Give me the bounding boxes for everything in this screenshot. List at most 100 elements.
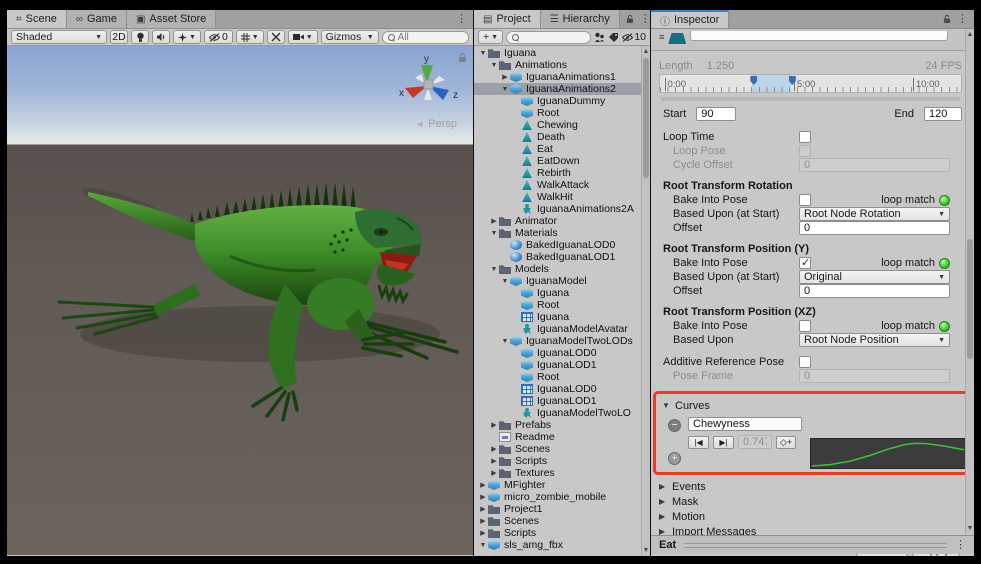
create-asset-button[interactable]: + ▼ [478, 30, 503, 44]
clip-name-field[interactable] [690, 31, 948, 41]
foldout-arrow-icon[interactable]: ▶ [489, 457, 499, 465]
tree-row[interactable]: ▼ Iguana [474, 47, 650, 59]
tree-row[interactable]: ▶ IguanaAnimations1 [474, 71, 650, 83]
end-frame-field[interactable] [924, 107, 962, 121]
tab-asset-store[interactable]: ▣ Asset Store [127, 10, 216, 28]
tree-row[interactable]: ▶ Prefabs [474, 419, 650, 431]
curve-name-field[interactable] [688, 417, 802, 431]
gizmos-dropdown[interactable]: Gizmos ▼ [321, 30, 379, 44]
foldout-arrow-icon[interactable]: ▶ [478, 529, 488, 537]
curve-preview[interactable] [810, 438, 967, 469]
scrollbar-handle[interactable] [643, 58, 649, 178]
loop-time-checkbox[interactable] [799, 131, 811, 143]
2d-toggle-button[interactable]: 2D [110, 30, 128, 44]
tree-row[interactable]: EatDown [474, 155, 650, 167]
start-frame-field[interactable] [696, 107, 736, 121]
lock-icon[interactable] [943, 14, 951, 24]
inspector-menu-icon[interactable]: ⋮ [957, 14, 968, 25]
tree-row[interactable]: ▶ Project1 [474, 503, 650, 515]
tab-inspector[interactable]: ⓘ Inspector [651, 10, 729, 28]
add-curve-button[interactable]: + [668, 452, 681, 465]
scene-menu-icon[interactable]: ⋮ [456, 14, 467, 25]
based-upon-dropdown[interactable]: Root Node Position▼ [799, 333, 950, 347]
tree-row[interactable]: Root [474, 371, 650, 383]
tree-row[interactable]: ▶ Scripts [474, 527, 650, 539]
scroll-up-icon[interactable]: ▲ [642, 48, 650, 55]
tree-row[interactable]: IguanaLOD1 [474, 359, 650, 371]
preview-menu-icon[interactable]: ⋮ [955, 540, 966, 551]
scene-search-input[interactable]: All [382, 31, 469, 44]
foldout-arrow-icon[interactable]: ▼ [500, 86, 510, 93]
orientation-gizmo[interactable]: y x z [397, 52, 461, 116]
collab-package-icon[interactable] [594, 32, 605, 43]
inspector-foldout[interactable]: ▶ Motion [659, 509, 962, 524]
tree-row[interactable]: IguanaAnimations2A [474, 203, 650, 215]
project-search-input[interactable] [506, 31, 591, 44]
foldout-arrow-icon[interactable]: ▼ [489, 230, 499, 237]
tree-row[interactable]: IguanaDummy [474, 95, 650, 107]
tree-row[interactable]: BakedIguanaLOD1 [474, 251, 650, 263]
tree-row[interactable]: ▼ IguanaModelTwoLODs [474, 335, 650, 347]
project-visibility-button[interactable]: 10 [622, 31, 646, 43]
shading-mode-dropdown[interactable]: Shaded ▼ [11, 30, 107, 44]
grid-visibility-dropdown[interactable]: ▼ [236, 30, 264, 44]
tree-row[interactable]: Chewing [474, 119, 650, 131]
prev-key-button[interactable]: |◀ [688, 436, 709, 449]
additive-reference-pose-checkbox[interactable] [799, 356, 811, 368]
label-tag-icon[interactable] [608, 32, 619, 42]
bake-into-pose-checkbox[interactable] [799, 194, 811, 206]
preview-header-bar[interactable]: Eat ⋮ [651, 535, 974, 554]
inspector-foldout[interactable]: ▶ Mask [659, 494, 962, 509]
foldout-arrow-icon[interactable]: ▼ [500, 338, 510, 345]
tree-row[interactable]: Root [474, 299, 650, 311]
tree-row[interactable]: ▼ Animations [474, 59, 650, 71]
scrollbar-handle[interactable] [967, 239, 973, 359]
tool-settings-button[interactable] [267, 30, 285, 44]
foldout-arrow-icon[interactable]: ▶ [478, 481, 488, 489]
tree-row[interactable]: IguanaModelAvatar [474, 323, 650, 335]
scene-visibility-button[interactable]: 0 [204, 30, 233, 44]
scroll-up-icon[interactable]: ▲ [966, 31, 974, 38]
scroll-down-icon[interactable]: ▼ [966, 525, 974, 532]
tree-row[interactable]: IguanaLOD1 [474, 395, 650, 407]
camera-dropdown[interactable]: ▼ [288, 30, 318, 44]
foldout-arrow-icon[interactable]: ▶ [489, 469, 499, 477]
tree-row[interactable]: ▼ IguanaModel [474, 275, 650, 287]
tree-row[interactable]: ▼ IguanaAnimations2 [474, 83, 650, 95]
foldout-arrow-icon[interactable]: ▶ [489, 217, 499, 225]
audio-toggle-button[interactable] [152, 30, 170, 44]
tree-row[interactable]: IguanaLOD0 [474, 383, 650, 395]
based-upon-dropdown[interactable]: Root Node Rotation▼ [799, 207, 950, 221]
tree-row[interactable]: BakedIguanaLOD0 [474, 239, 650, 251]
tree-row[interactable]: IguanaLOD0 [474, 347, 650, 359]
curves-foldout[interactable]: ▼ Curves [662, 398, 959, 413]
tree-row[interactable]: Root [474, 107, 650, 119]
foldout-arrow-icon[interactable]: ▼ [500, 278, 510, 285]
based-upon-dropdown[interactable]: Original▼ [799, 270, 950, 284]
tab-project[interactable]: ▤ Project [474, 10, 541, 28]
tab-scene[interactable]: ⌗ Scene [7, 10, 67, 28]
preview-drag-handle[interactable] [684, 543, 947, 548]
foldout-arrow-icon[interactable]: ▼ [478, 542, 488, 549]
tree-row[interactable]: ▶ Scenes [474, 443, 650, 455]
inspector-scrollbar[interactable]: ▲ ▼ [965, 29, 974, 534]
ruler-scrollbar[interactable] [661, 97, 960, 101]
tree-row[interactable]: ▼ Materials [474, 227, 650, 239]
foldout-arrow-icon[interactable]: ▼ [489, 266, 499, 273]
foldout-arrow-icon[interactable]: ▶ [500, 73, 510, 81]
add-key-button[interactable]: ◇+ [776, 436, 796, 449]
rotation-offset-field[interactable] [799, 221, 950, 235]
position-y-offset-field[interactable] [799, 284, 950, 298]
foldout-arrow-icon[interactable]: ▶ [478, 505, 488, 513]
tree-row[interactable]: IguanaModelTwoLO [474, 407, 650, 419]
foldout-arrow-icon[interactable]: ▶ [478, 493, 488, 501]
iguana-model[interactable] [45, 144, 473, 424]
tree-row[interactable]: Death [474, 131, 650, 143]
scene-viewport[interactable]: y x z ◄ Persp [7, 46, 473, 555]
tab-hierarchy[interactable]: ☰ Hierarchy [541, 10, 620, 28]
tree-row[interactable]: ▶ Scenes [474, 515, 650, 527]
foldout-arrow-icon[interactable]: ▶ [489, 421, 499, 429]
tree-row[interactable]: Readme [474, 431, 650, 443]
tab-game[interactable]: ∞ Game [67, 10, 127, 28]
tree-row[interactable]: ▶ micro_zombie_mobile [474, 491, 650, 503]
